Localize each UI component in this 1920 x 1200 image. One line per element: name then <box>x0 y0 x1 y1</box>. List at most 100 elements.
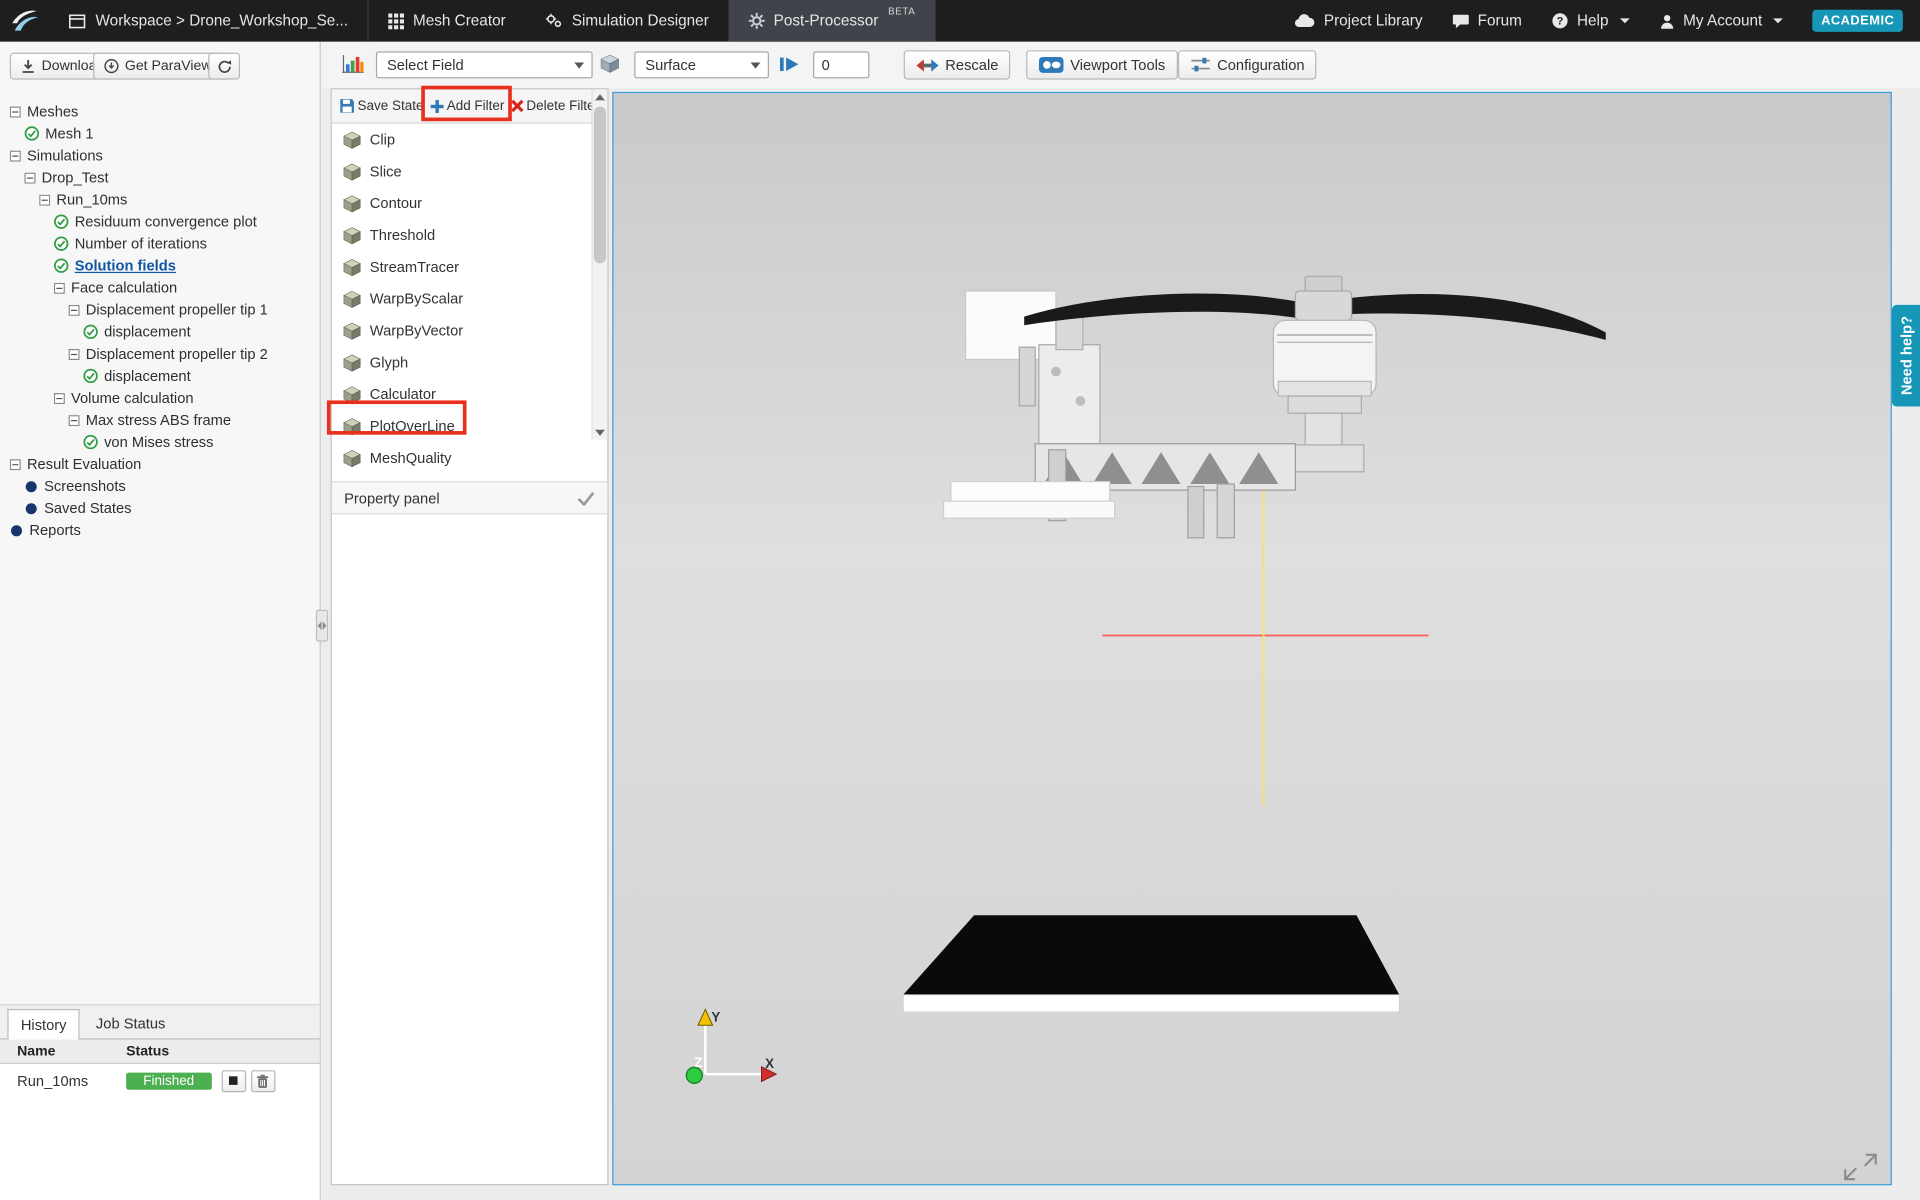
render-viewport[interactable]: Y X Z <box>612 92 1892 1185</box>
history-panel: HistoryJob Status NameStatus Run_10msFin… <box>0 1004 320 1200</box>
workspace-breadcrumb[interactable]: Workspace > Drone_Workshop_Se... <box>49 0 368 42</box>
add-filter-button[interactable]: Add Filter <box>430 99 505 114</box>
tab-job-status[interactable]: Job Status <box>82 1008 178 1039</box>
simscale-logo-icon <box>10 9 39 33</box>
tree-item-saved-states[interactable]: Saved States <box>0 497 320 519</box>
tree-item-screenshots[interactable]: Screenshots <box>0 475 320 497</box>
scroll-down-arrow[interactable] <box>593 425 608 440</box>
check-icon <box>54 236 69 251</box>
download-icon <box>21 59 36 74</box>
filter-item-label: Threshold <box>370 227 435 244</box>
filter-item-glyph[interactable]: Glyph <box>332 347 608 379</box>
simscale-logo[interactable] <box>0 9 49 33</box>
tab-post-processor[interactable]: Post-ProcessorBETA <box>728 0 935 42</box>
tree-item-displacement[interactable]: displacement <box>0 321 320 343</box>
tree-item-residuum-convergence-plot[interactable]: Residuum convergence plot <box>0 211 320 233</box>
frame-number-input[interactable] <box>813 51 869 78</box>
drone-model <box>944 276 1606 537</box>
tree-item-label: Meshes <box>27 103 78 120</box>
minusbox-icon <box>69 414 80 425</box>
status-badge: Finished <box>126 1072 211 1089</box>
resize-arrows-icon <box>317 621 327 631</box>
workspace-icon <box>69 13 86 29</box>
add-filter-label: Add Filter <box>447 99 505 114</box>
filter-item-streamtracer[interactable]: StreamTracer <box>332 251 608 283</box>
filter-item-clip[interactable]: Clip <box>332 124 608 156</box>
refresh-button[interactable] <box>208 53 240 80</box>
tree-item-displacement-propeller-tip-1[interactable]: Displacement propeller tip 1 <box>0 299 320 321</box>
tab-simulation-designer[interactable]: Simulation Designer <box>525 0 728 42</box>
filter-item-slice[interactable]: Slice <box>332 156 608 188</box>
tree-item-von-mises-stress[interactable]: von Mises stress <box>0 431 320 453</box>
property-panel-header[interactable]: Property panel <box>332 481 608 514</box>
minusbox-icon <box>69 348 80 359</box>
delete-filter-icon <box>510 99 523 112</box>
configuration-button[interactable]: Configuration <box>1178 50 1317 79</box>
tree-item-label: Displacement propeller tip 1 <box>86 301 268 318</box>
tree-item-run-10ms[interactable]: Run_10ms <box>0 189 320 211</box>
play-step-button[interactable] <box>779 55 800 73</box>
help[interactable]: ?Help <box>1551 12 1629 29</box>
render-mode-dropdown[interactable]: Surface <box>634 51 769 78</box>
render-mode-value: Surface <box>645 56 696 73</box>
filter-item-label: WarpByScalar <box>370 290 463 307</box>
tree-item-face-calculation[interactable]: Face calculation <box>0 277 320 299</box>
run-name[interactable]: Run_10ms <box>0 1072 126 1089</box>
tree-item-number-of-iterations[interactable]: Number of iterations <box>0 233 320 255</box>
tree-item-max-stress-abs-frame[interactable]: Max stress ABS frame <box>0 409 320 431</box>
stop-run-button[interactable] <box>221 1070 245 1092</box>
filter-item-meshquality[interactable]: MeshQuality <box>332 442 608 474</box>
cube-icon <box>343 290 361 308</box>
chevron-down-icon <box>751 62 761 68</box>
minusbox-icon <box>69 304 80 315</box>
delete-run-button[interactable] <box>251 1070 275 1092</box>
gears-icon <box>545 12 563 29</box>
tree-item-label: displacement <box>104 367 191 384</box>
tree-item-displacement-propeller-tip-2[interactable]: Displacement propeller tip 2 <box>0 343 320 365</box>
fullscreen-icon[interactable] <box>1845 1155 1876 1179</box>
tree-item-label: Result Evaluation <box>27 456 141 473</box>
tree-item-meshes[interactable]: Meshes <box>0 100 320 122</box>
tree-item-drop-test[interactable]: Drop_Test <box>0 167 320 189</box>
grid-icon <box>388 13 404 29</box>
select-field-dropdown[interactable]: Select Field <box>376 51 593 78</box>
tree-item-volume-calculation[interactable]: Volume calculation <box>0 387 320 409</box>
my-account[interactable]: My Account <box>1659 12 1783 29</box>
tab-mesh-creator[interactable]: Mesh Creator <box>369 0 525 42</box>
forum[interactable]: Forum <box>1452 12 1522 29</box>
tree-item-simulations[interactable]: Simulations <box>0 144 320 166</box>
cube-icon <box>343 258 361 276</box>
filter-item-calculator[interactable]: Calculator <box>332 378 608 410</box>
filter-item-threshold[interactable]: Threshold <box>332 219 608 251</box>
cube-icon <box>343 321 361 339</box>
paraview-icon <box>104 59 119 74</box>
scroll-up-arrow[interactable] <box>593 89 608 104</box>
question-icon: ? <box>1551 12 1568 29</box>
filter-item-plotoverline[interactable]: PlotOverLine <box>332 410 608 442</box>
tab-history[interactable]: History <box>7 1009 80 1040</box>
filter-item-contour[interactable]: Contour <box>332 187 608 219</box>
scrollbar-thumb[interactable] <box>594 107 606 264</box>
need-help-tab[interactable]: Need help? <box>1892 305 1920 407</box>
minusbox-icon <box>10 150 21 161</box>
viewport-tools-button[interactable]: Viewport Tools <box>1026 50 1177 79</box>
academic-badge: ACADEMIC <box>1813 10 1903 32</box>
tree-item-mesh-1[interactable]: Mesh 1 <box>0 122 320 144</box>
panel-resize-handle[interactable] <box>316 610 328 642</box>
cube-icon <box>343 417 361 435</box>
viewport-3d-scene[interactable]: Y X Z <box>613 93 1890 1184</box>
filter-list-scrollbar[interactable] <box>591 89 607 439</box>
filter-item-warpbyscalar[interactable]: WarpByScalar <box>332 283 608 315</box>
filter-item-label: Contour <box>370 195 422 212</box>
save-state-button[interactable]: Save State <box>339 98 423 114</box>
workspace-label: Workspace > Drone_Workshop_Se... <box>96 12 349 29</box>
rescale-button[interactable]: Rescale <box>904 50 1011 79</box>
delete-filter-button[interactable]: Delete Filter <box>510 99 599 114</box>
filter-item-warpbyvector[interactable]: WarpByVector <box>332 315 608 347</box>
tree-item-displacement[interactable]: displacement <box>0 365 320 387</box>
tree-item-result-evaluation[interactable]: Result Evaluation <box>0 453 320 475</box>
tree-item-reports[interactable]: Reports <box>0 519 320 541</box>
select-field-value: Select Field <box>387 56 464 73</box>
project-library[interactable]: Project Library <box>1294 12 1422 29</box>
tree-item-solution-fields[interactable]: Solution fields <box>0 255 320 277</box>
